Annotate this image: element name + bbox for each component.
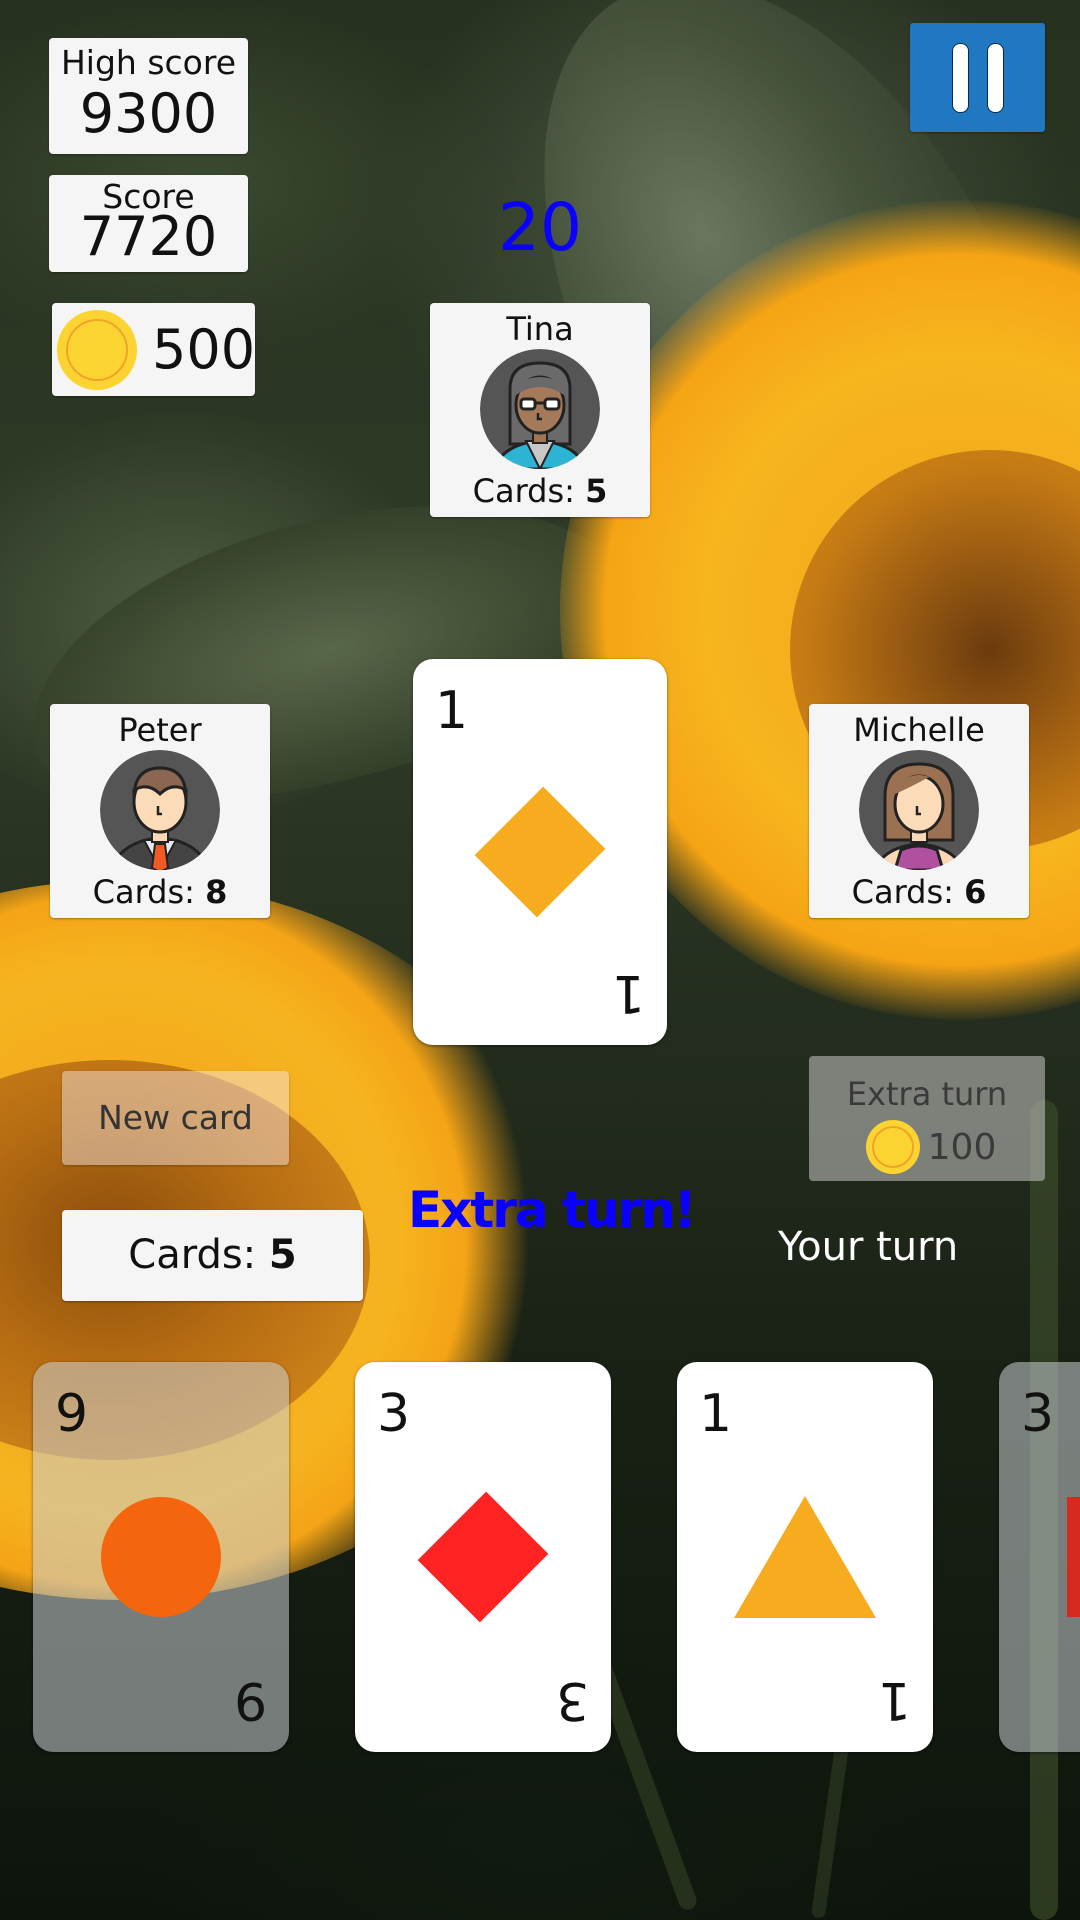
coins-value: 500 bbox=[152, 318, 256, 381]
circle-icon bbox=[101, 1497, 221, 1617]
hand-card[interactable]: 3 3 bbox=[355, 1362, 611, 1752]
card-rank-inverted: 3 bbox=[555, 1670, 589, 1730]
opponent-name: Tina bbox=[506, 310, 574, 348]
card-rank: 3 bbox=[377, 1384, 411, 1444]
high-score-panel: High score 9300 bbox=[49, 38, 248, 154]
high-score-label: High score bbox=[60, 43, 236, 82]
woman-with-glasses-avatar-icon bbox=[480, 349, 600, 469]
card-rank-inverted: 1 bbox=[611, 963, 645, 1023]
woman-avatar-icon bbox=[859, 750, 979, 870]
turn-status: Your turn bbox=[778, 1224, 959, 1270]
card-rank: 3 bbox=[1021, 1384, 1055, 1444]
extra-turn-cost: 100 bbox=[809, 1120, 1045, 1174]
opponent-michelle: Michelle Cards: 6 bbox=[809, 704, 1029, 918]
extra-turn-button[interactable]: Extra turn 100 bbox=[809, 1056, 1045, 1181]
hand-card[interactable]: 9 9 bbox=[33, 1362, 289, 1752]
score-value: 7720 bbox=[79, 205, 218, 268]
diamond-icon bbox=[417, 1491, 549, 1623]
opponent-tina: Tina Cards: 5 bbox=[430, 303, 650, 517]
opponent-peter: Peter Cards: 8 bbox=[50, 704, 270, 918]
opponent-name: Peter bbox=[118, 711, 202, 749]
pause-icon bbox=[951, 42, 969, 113]
man-in-suit-avatar-icon bbox=[100, 750, 220, 870]
discard-pile-card: 1 1 bbox=[413, 659, 667, 1045]
opponent-card-count: Cards: 8 bbox=[92, 873, 228, 911]
coins-panel: 500 bbox=[52, 303, 255, 396]
opponent-name: Michelle bbox=[853, 711, 985, 749]
coin-icon bbox=[57, 309, 137, 390]
hand-card-count: Cards: 5 bbox=[62, 1210, 363, 1301]
triangle-icon bbox=[734, 1496, 876, 1618]
opponent-card-count: Cards: 6 bbox=[851, 873, 987, 911]
coin-icon bbox=[865, 1120, 920, 1174]
new-card-button[interactable]: New card bbox=[62, 1071, 289, 1165]
extra-turn-message: Extra turn! bbox=[408, 1181, 697, 1239]
square-icon bbox=[1067, 1497, 1080, 1617]
hand-card[interactable]: 3 3 bbox=[999, 1362, 1080, 1752]
opponent-card-count: Cards: 5 bbox=[472, 472, 608, 510]
card-rank-inverted: 9 bbox=[233, 1670, 267, 1730]
extra-turn-label: Extra turn bbox=[846, 1075, 1008, 1113]
hand-card[interactable]: 1 1 bbox=[677, 1362, 933, 1752]
card-rank: 9 bbox=[55, 1384, 89, 1444]
pause-button[interactable] bbox=[910, 23, 1045, 132]
card-rank-inverted: 1 bbox=[877, 1670, 911, 1730]
card-rank: 1 bbox=[435, 681, 469, 741]
card-rank: 1 bbox=[699, 1384, 733, 1444]
high-score-value: 9300 bbox=[79, 82, 218, 145]
turn-timer: 20 bbox=[498, 189, 582, 266]
diamond-icon bbox=[474, 786, 606, 918]
score-panel: Score 7720 bbox=[49, 175, 248, 272]
